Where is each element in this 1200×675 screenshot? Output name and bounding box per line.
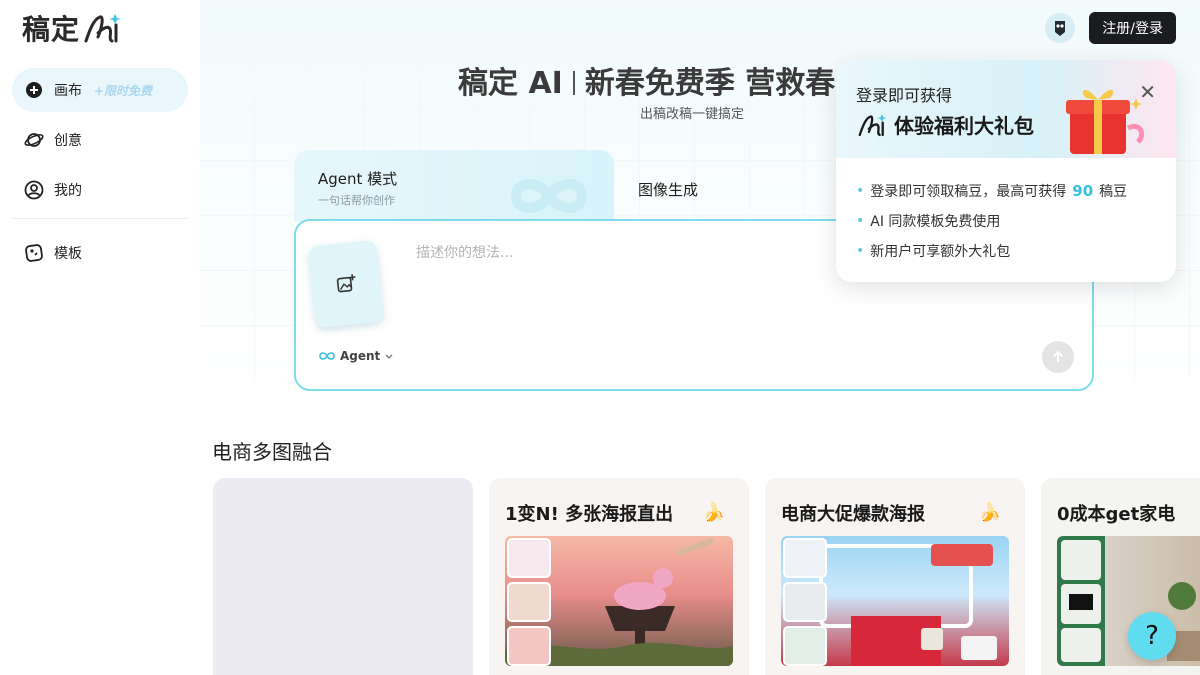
card-thumbnails — [507, 538, 551, 666]
banana-icon: 🍌 — [978, 502, 1001, 523]
template-card[interactable]: 1变N! 多张海报直出 🍌 — [489, 478, 749, 675]
sidebar-divider — [12, 218, 188, 219]
sidebar-item-mine[interactable]: 我的 — [12, 168, 188, 212]
template-card[interactable]: 电商大促爆款海报 🍌 — [765, 478, 1025, 675]
sidebar-item-canvas[interactable]: 画布 +限时免费 — [12, 68, 188, 112]
sidebar-nav: 画布 +限时免费 创意 我的 模板 — [12, 68, 188, 281]
agent-select-label: Agent — [340, 349, 381, 363]
benefits-list: • 登录即可领取稿豆，最高可获得 90 稿豆 • AI 同款模板免费使用 • 新… — [856, 176, 1127, 266]
user-circle-icon — [24, 180, 44, 200]
card-title: 0成本get家电 — [1057, 504, 1176, 525]
chevron-down-icon — [385, 354, 393, 359]
header-actions: 注册/登录 — [1045, 12, 1176, 44]
benefit-text: AI 同款模板免费使用 — [870, 214, 1001, 230]
sidebar-item-creative[interactable]: 创意 — [12, 118, 188, 162]
planet-icon — [24, 130, 44, 150]
template-card[interactable]: 0成本get家电 — [1041, 478, 1200, 675]
page-subtitle: 出稿改稿一键搞定 — [640, 107, 745, 122]
benefit-highlight-number: 90 — [1072, 182, 1094, 200]
title-separator — [572, 71, 575, 95]
thumbnail — [507, 626, 551, 666]
tab-agent-title: Agent 模式 — [318, 170, 398, 188]
bullet-icon: • — [856, 213, 865, 229]
popup-line1: 登录即可获得 — [856, 86, 953, 105]
thumbnail — [783, 538, 827, 578]
sidebar-item-templates[interactable]: 模板 — [12, 231, 188, 275]
tab-image-generation[interactable]: 图像生成 — [618, 158, 868, 218]
benefit-text: 登录即可领取稿豆，最高可获得 — [870, 184, 1067, 200]
list-item: • AI 同款模板免费使用 — [856, 206, 1127, 236]
arrow-up-icon — [1052, 350, 1064, 362]
bullet-icon: • — [856, 243, 865, 259]
add-image-icon — [336, 274, 356, 293]
help-button[interactable]: ? — [1128, 612, 1176, 660]
template-icon — [24, 243, 44, 263]
bullet-icon: • — [856, 183, 865, 199]
gift-box-icon — [1066, 89, 1145, 154]
tab-agent-mode[interactable]: Agent 模式 一句话帮你创作 — [294, 150, 614, 222]
card-thumbnails — [783, 538, 827, 666]
tab-image-title: 图像生成 — [638, 181, 699, 199]
thumbnail — [783, 626, 827, 666]
card-preview-image — [1057, 536, 1200, 666]
list-item: • 新用户可享额外大礼包 — [856, 236, 1127, 266]
sidebar-item-label: 模板 — [54, 246, 82, 262]
page-title: 稿定 AI 新春免费季 营救春 — [458, 58, 835, 102]
banana-icon: 🍌 — [702, 502, 725, 523]
sidebar: 稿定 画布 +限时免费 创意 我的 模板 — [0, 0, 200, 675]
free-badge: +限时免费 — [94, 83, 153, 98]
popup-line2: 体验福利大礼包 — [856, 110, 1034, 139]
title-text: 新春免费季 营救春 — [584, 66, 836, 101]
logo-ai-mark-icon — [84, 14, 122, 43]
image-upload-button[interactable] — [307, 239, 385, 329]
tab-agent-subtitle: 一句话帮你创作 — [318, 194, 395, 207]
mascot-avatar-icon[interactable] — [1045, 13, 1076, 43]
thumbnail — [507, 538, 551, 578]
agent-mode-select[interactable]: Agent — [318, 349, 394, 363]
list-item: • 登录即可领取稿豆，最高可获得 90 稿豆 — [856, 176, 1127, 206]
sidebar-item-label: 画布 — [54, 83, 82, 99]
title-brand: 稿定 AI — [458, 66, 563, 101]
thumbnail — [507, 582, 551, 622]
logo-ai-mark-icon — [858, 113, 887, 136]
plus-circle-icon — [24, 80, 44, 100]
sidebar-item-label: 我的 — [54, 183, 82, 199]
logo-text: 稿定 — [22, 13, 81, 46]
benefit-text-suffix: 稿豆 — [1099, 184, 1128, 200]
benefit-text: 新用户可享额外大礼包 — [870, 244, 1011, 260]
infinity-watermark-icon — [510, 179, 588, 213]
card-title: 电商大促爆款海报 — [781, 504, 925, 525]
send-button[interactable] — [1042, 341, 1074, 373]
section-title: 电商多图融合 — [212, 440, 332, 464]
thumbnail — [783, 582, 827, 622]
popup-line2-text: 体验福利大礼包 — [894, 114, 1034, 138]
login-register-button[interactable]: 注册/登录 — [1089, 12, 1176, 44]
close-icon[interactable]: ✕ — [1139, 80, 1156, 104]
login-benefits-popup: 登录即可获得 体验福利大礼包 ✕ • 登录即可领取稿豆，最高可获得 90 稿豆 … — [836, 60, 1176, 282]
card-title: 1变N! 多张海报直出 — [505, 504, 674, 525]
infinity-icon — [319, 352, 335, 360]
sidebar-item-label: 创意 — [54, 133, 82, 149]
logo[interactable]: 稿定 — [22, 10, 122, 46]
template-card-placeholder[interactable] — [213, 478, 473, 675]
